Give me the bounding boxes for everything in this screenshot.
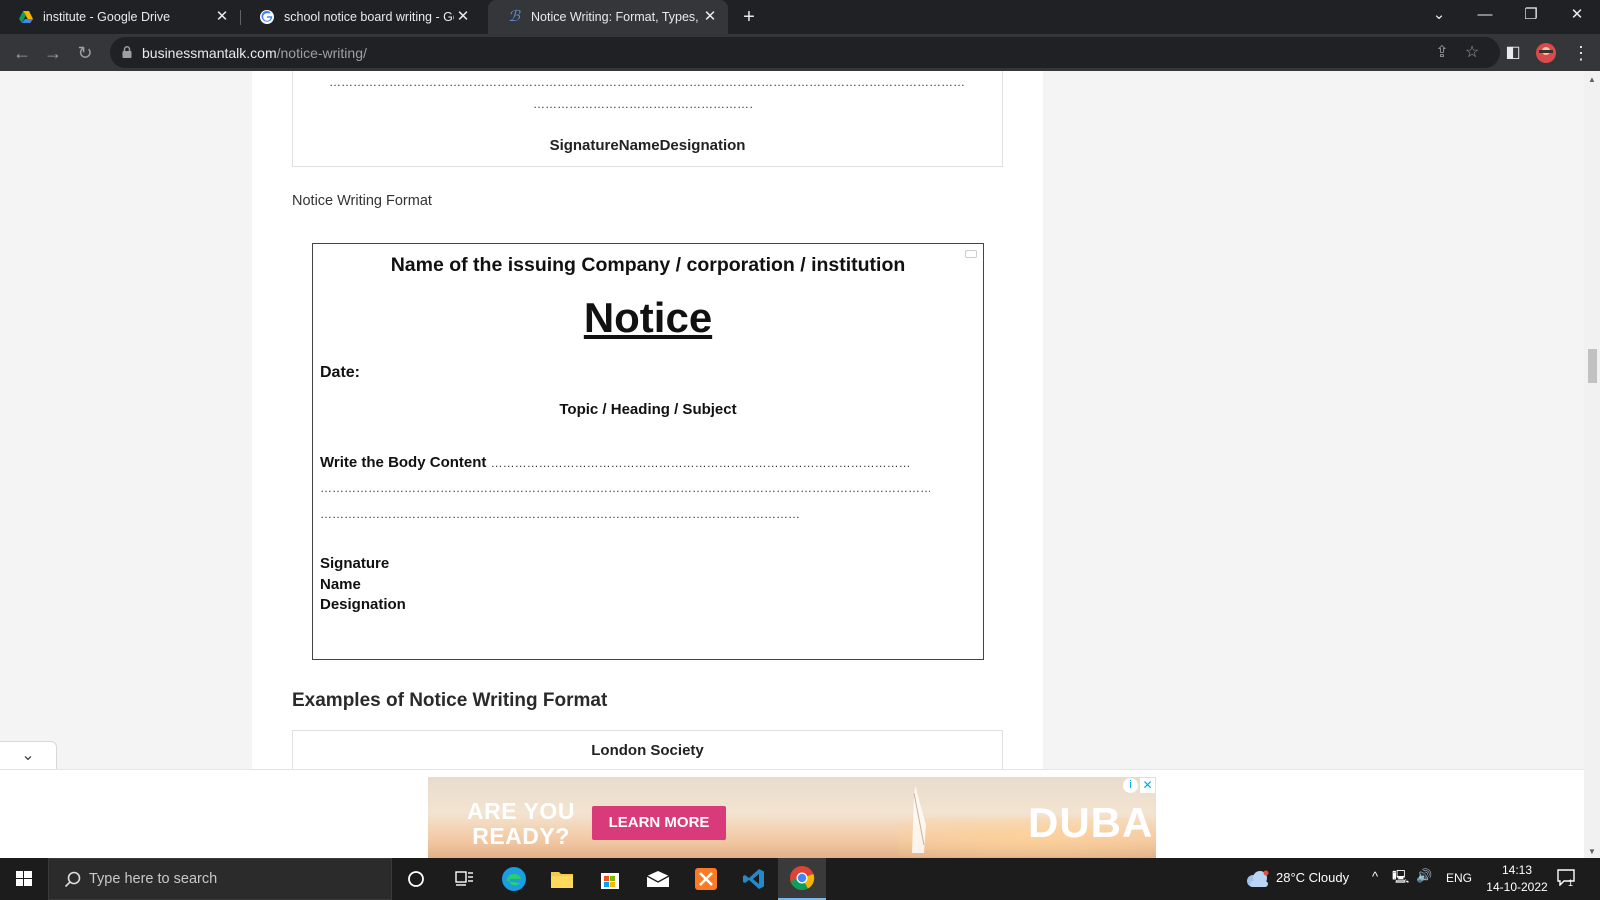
- tab-strip: institute - Google Drive ✕ school notice…: [0, 0, 1600, 34]
- edge-browser-icon[interactable]: [490, 858, 538, 900]
- example-box: London Society: [292, 730, 1003, 770]
- network-icon[interactable]: 🖳: [1392, 868, 1409, 890]
- file-explorer-icon[interactable]: [538, 858, 586, 900]
- designation-label: Designation: [320, 596, 406, 613]
- search-placeholder: Type here to search: [89, 871, 218, 887]
- task-view-icon[interactable]: [440, 858, 488, 900]
- url-path: /notice-writing/: [276, 45, 367, 61]
- xampp-icon[interactable]: [682, 858, 730, 900]
- dubai-ad[interactable]: ARE YOU READY? LEARN MORE DUBAI i ✕: [428, 777, 1156, 858]
- url-host: businessmantalk.com: [142, 45, 277, 61]
- google-icon: [260, 10, 274, 24]
- example-box-title: London Society: [591, 742, 704, 759]
- lock-icon[interactable]: [120, 45, 134, 59]
- new-tab-button[interactable]: +: [738, 6, 760, 28]
- close-tab-icon[interactable]: ✕: [455, 9, 471, 25]
- vscode-icon[interactable]: [730, 858, 778, 900]
- ad-info-icon[interactable]: i: [1123, 778, 1138, 793]
- menu-icon[interactable]: ⋮: [1568, 40, 1594, 66]
- tab-google-drive[interactable]: institute - Google Drive ✕: [0, 0, 240, 34]
- ad-headline: ARE YOU READY?: [467, 798, 575, 849]
- scroll-down-icon[interactable]: ▼: [1588, 847, 1596, 856]
- name-label: Name: [320, 575, 361, 593]
- tab-google-search[interactable]: school notice board writing - Go ✕: [241, 0, 481, 34]
- tab-title: Notice Writing: Format, Types, To: [531, 10, 701, 24]
- tab-title: institute - Google Drive: [43, 10, 171, 24]
- forward-icon[interactable]: →: [40, 40, 66, 66]
- notice-title: Notice: [583, 294, 713, 341]
- notice-format-image: Name of the issuing Company / corporatio…: [312, 243, 984, 660]
- businessmantalk-icon: ℬ: [508, 9, 520, 25]
- taskbar-search-box[interactable]: Type here to search: [48, 858, 392, 900]
- collapse-ad-button[interactable]: ⌄: [0, 741, 57, 769]
- bookmark-star-icon[interactable]: ☆: [1462, 43, 1482, 63]
- restore-button[interactable]: ❐: [1508, 0, 1554, 34]
- tab-notice-writing[interactable]: ℬ Notice Writing: Format, Types, To ✕: [488, 0, 728, 34]
- avatar[interactable]: [1533, 40, 1559, 66]
- share-icon[interactable]: ⇪: [1432, 43, 1452, 63]
- notification-count: 1: [1568, 878, 1574, 888]
- language-indicator[interactable]: ENG: [1446, 871, 1472, 885]
- article-column: ……………………………………………………………………………………………………………: [252, 71, 1043, 858]
- scrollbar-thumb[interactable]: [1588, 349, 1597, 383]
- clock-time: 14:13: [1501, 863, 1533, 877]
- clock-date: 14-10-2022: [1486, 880, 1548, 894]
- page-scrollbar[interactable]: ▲ ▼: [1584, 71, 1600, 858]
- cortana-icon[interactable]: [392, 858, 440, 900]
- system-clock[interactable]: 14:13 14-10-2022: [1484, 862, 1550, 896]
- dotted-line: …………………………………………………………………………………………………………: [320, 507, 800, 521]
- examples-heading: Examples of Notice Writing Format: [292, 690, 608, 711]
- show-hidden-icons[interactable]: ^: [1372, 869, 1378, 884]
- close-window-button[interactable]: ✕: [1554, 0, 1600, 34]
- url-text[interactable]: businessmantalk.com/notice-writing/: [142, 45, 367, 61]
- mail-icon[interactable]: [634, 858, 682, 900]
- burj-al-arab-icon: [912, 785, 926, 853]
- page-viewport: ……………………………………………………………………………………………………………: [0, 71, 1584, 858]
- windows-taskbar: Type here to search 28°C Cloudy ^ 🖳 🔊 EN…: [0, 858, 1600, 900]
- dotted-line: ………………………………………………………………: [533, 97, 753, 111]
- microsoft-store-icon[interactable]: [586, 858, 634, 900]
- search-icon: [64, 871, 81, 888]
- tab-title: school notice board writing - Go: [284, 10, 454, 24]
- dubai-logo: DUBAI: [1028, 799, 1156, 846]
- windows-logo-icon: [16, 871, 32, 886]
- dotted-line: ……………………………………………………………………………………………………………: [329, 75, 965, 89]
- signature-line: SignatureNameDesignation: [549, 137, 746, 154]
- volume-icon[interactable]: 🔊: [1416, 868, 1432, 884]
- google-drive-icon: [19, 11, 33, 23]
- close-tab-icon[interactable]: ✕: [214, 9, 230, 25]
- reload-icon[interactable]: ↻: [72, 40, 98, 66]
- notification-center-icon[interactable]: 1: [1556, 868, 1580, 890]
- previous-example-box: ……………………………………………………………………………………………………………: [292, 71, 1003, 167]
- cloud-icon: [1247, 870, 1269, 887]
- scroll-up-icon[interactable]: ▲: [1588, 75, 1596, 84]
- dotted-line: ……………………………………………………………………………………………………………: [320, 481, 930, 495]
- signature-block: Signature Name Designation: [320, 554, 406, 616]
- date-label: Date:: [320, 364, 361, 381]
- address-bar[interactable]: businessmantalk.com/notice-writing/ ⇪ ☆: [110, 37, 1500, 68]
- organization-name: Name of the issuing Company / corporatio…: [390, 254, 906, 276]
- learn-more-button[interactable]: LEARN MORE: [592, 806, 726, 840]
- tab-search-icon[interactable]: ⌄: [1416, 0, 1462, 34]
- weather-widget[interactable]: 28°C Cloudy: [1244, 858, 1360, 900]
- weather-text: 28°C Cloudy: [1276, 870, 1350, 885]
- body-content-line: Write the Body Content ………………………………………………: [320, 454, 911, 471]
- close-tab-icon[interactable]: ✕: [702, 9, 718, 25]
- chrome-icon[interactable]: [778, 858, 826, 900]
- windows-start-button[interactable]: [0, 858, 48, 900]
- minimize-button[interactable]: —: [1462, 0, 1508, 34]
- browser-toolbar: ← → ↻ businessmantalk.com/notice-writing…: [0, 34, 1600, 71]
- ad-banner-bar: ARE YOU READY? LEARN MORE DUBAI i ✕: [0, 769, 1584, 858]
- body-label: Write the Body Content: [320, 454, 487, 471]
- dotted-line: ……………………………………………………………………………………………: [490, 456, 911, 470]
- format-caption: Notice Writing Format: [292, 193, 432, 209]
- chevron-down-icon: ⌄: [21, 747, 35, 764]
- signature-label: Signature: [320, 555, 390, 572]
- ad-close-icon[interactable]: ✕: [1140, 778, 1155, 793]
- back-icon[interactable]: ←: [9, 40, 35, 66]
- side-panel-icon[interactable]: ◧: [1500, 40, 1526, 66]
- topic-heading: Topic / Heading / Subject: [559, 401, 737, 418]
